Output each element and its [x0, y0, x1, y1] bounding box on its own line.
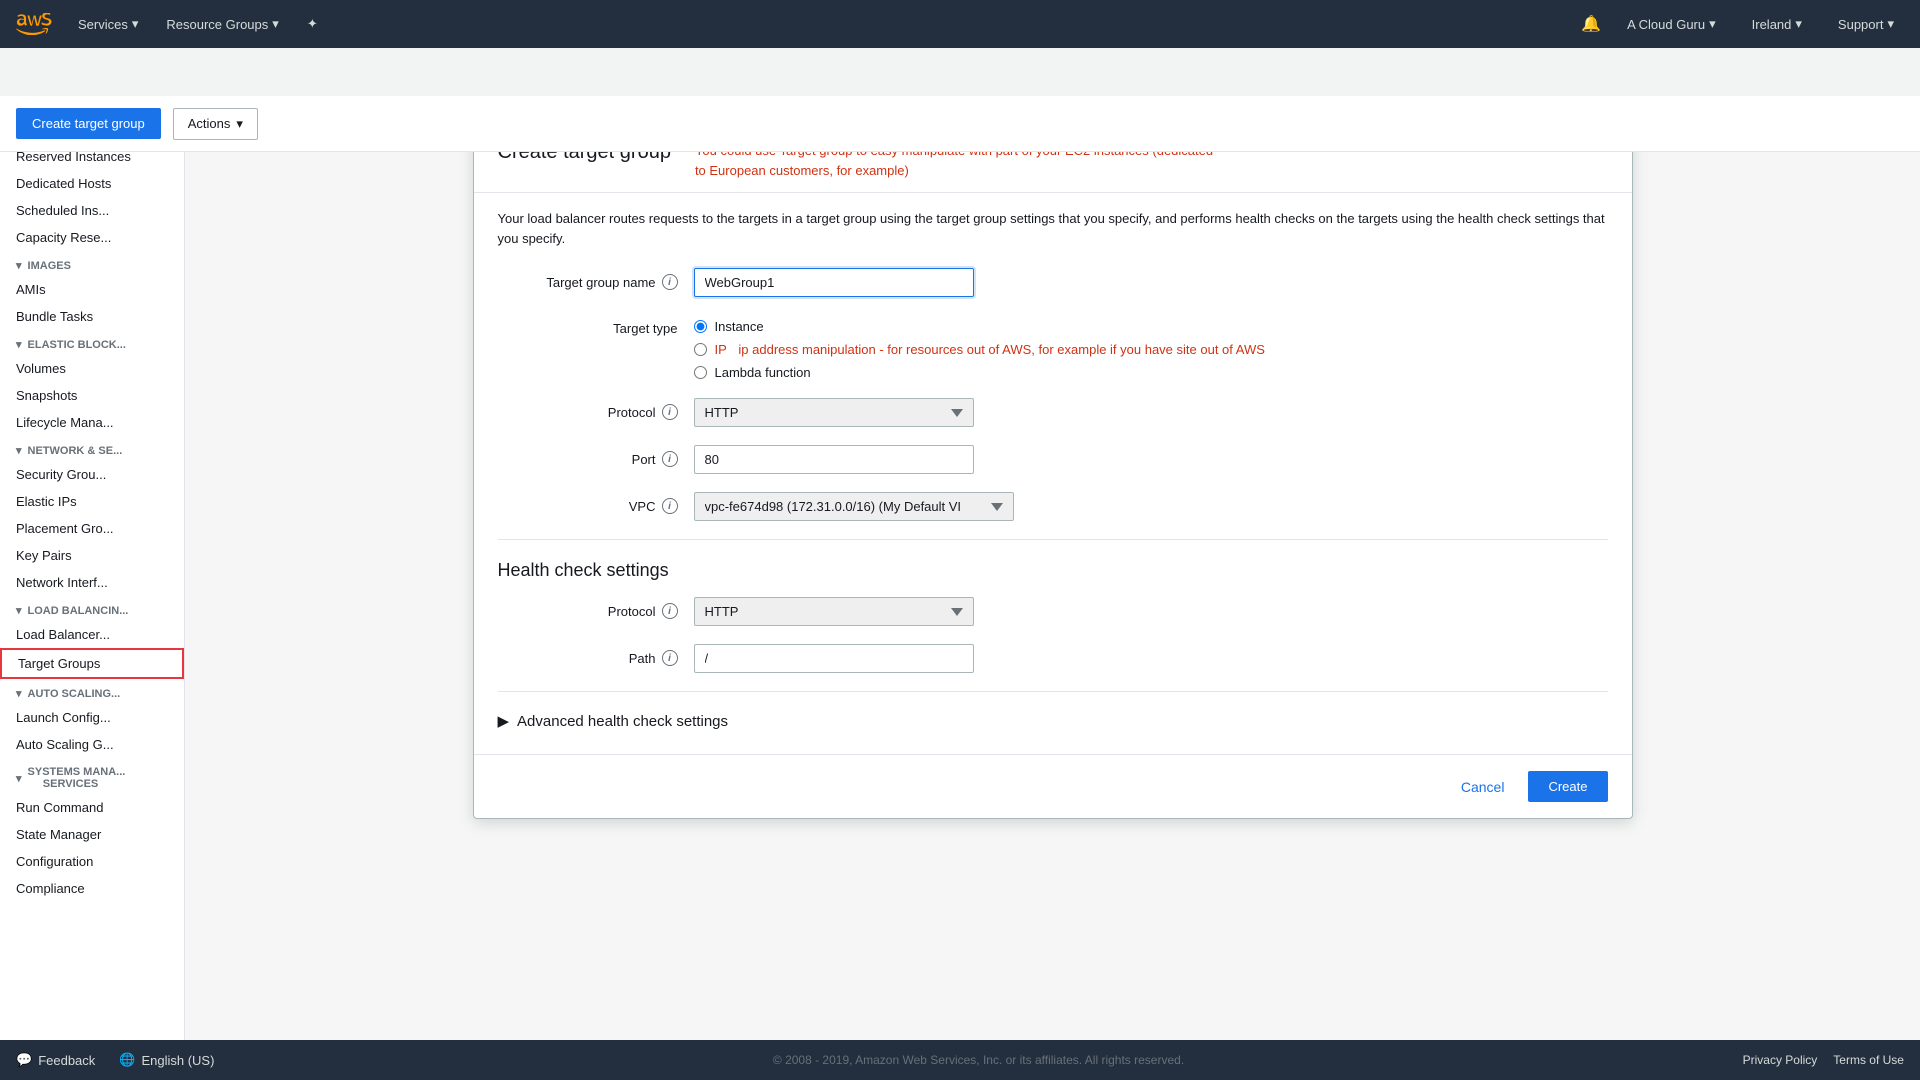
radio-ip[interactable]: IP ip address manipulation - for resourc… — [694, 342, 1265, 357]
sidebar: EC2 Menu Reserved Instances Dedicated Ho… — [0, 104, 185, 1040]
sidebar-item-placement-groups[interactable]: Placement Gro... — [0, 515, 184, 542]
sidebar-item-security-groups[interactable]: Security Grou... — [0, 461, 184, 488]
nav-bookmark[interactable]: ✦ — [297, 10, 328, 38]
sidebar-item-network-interfaces[interactable]: Network Interf... — [0, 569, 184, 596]
sidebar-item-bundle-tasks[interactable]: Bundle Tasks — [0, 303, 184, 330]
top-navigation: Services ▾ Resource Groups ▾ ✦ 🔔 A Cloud… — [0, 0, 1920, 48]
sidebar-item-state-manager[interactable]: State Manager — [0, 821, 184, 848]
protocol-select[interactable]: HTTP HTTPS — [694, 398, 974, 427]
sidebar-item-scheduled-instances[interactable]: Scheduled Ins... — [0, 197, 184, 224]
sidebar-item-key-pairs[interactable]: Key Pairs — [0, 542, 184, 569]
language-selector[interactable]: 🌐 English (US) — [119, 1052, 214, 1068]
terms-link[interactable]: Terms of Use — [1833, 1053, 1904, 1067]
aws-logo[interactable] — [16, 13, 52, 35]
protocol-label: Protocol i — [498, 398, 678, 420]
sidebar-item-auto-scaling-groups[interactable]: Auto Scaling G... — [0, 731, 184, 758]
vpc-row: VPC i vpc-fe674d98 (172.31.0.0/16) (My D… — [498, 492, 1608, 521]
privacy-policy-link[interactable]: Privacy Policy — [1743, 1053, 1818, 1067]
target-group-name-row: Target group name i — [498, 268, 1608, 297]
sidebar-item-volumes[interactable]: Volumes — [0, 355, 184, 382]
sidebar-item-dedicated-hosts[interactable]: Dedicated Hosts — [0, 170, 184, 197]
sidebar-item-launch-configs[interactable]: Launch Config... — [0, 704, 184, 731]
sidebar-section-ebs: ▾ ELASTIC BLOCK... — [0, 330, 184, 355]
protocol-info-icon[interactable]: i — [662, 404, 678, 420]
create-target-group-button[interactable]: Create target group — [16, 108, 161, 139]
hc-protocol-info-icon[interactable]: i — [662, 603, 678, 619]
port-row: Port i — [498, 445, 1608, 474]
target-group-name-input[interactable] — [694, 268, 974, 297]
bottom-bar-right: Privacy Policy Terms of Use — [1743, 1053, 1904, 1067]
radio-instance[interactable]: Instance — [694, 319, 1265, 334]
modal-description: Your load balancer routes requests to th… — [498, 209, 1608, 248]
nav-support[interactable]: Support ▾ — [1828, 10, 1904, 38]
vpc-select[interactable]: vpc-fe674d98 (172.31.0.0/16) (My Default… — [694, 492, 1014, 521]
sidebar-item-compliance[interactable]: Compliance — [0, 875, 184, 902]
sidebar-item-amis[interactable]: AMIs — [0, 276, 184, 303]
port-info-icon[interactable]: i — [662, 451, 678, 467]
hc-protocol-select[interactable]: HTTP HTTPS — [694, 597, 974, 626]
radio-lambda[interactable]: Lambda function — [694, 365, 1265, 380]
sidebar-item-target-groups[interactable]: Target Groups — [0, 648, 184, 679]
actions-button[interactable]: Actions ▾ — [173, 108, 258, 140]
bell-icon[interactable]: 🔔 — [1581, 14, 1601, 34]
sidebar-section-auto-scaling: ▾ AUTO SCALING... — [0, 679, 184, 704]
radio-instance-input[interactable] — [694, 320, 707, 333]
create-target-group-modal: Create target group You could use Target… — [473, 120, 1633, 819]
ip-annotation-text: ip address manipulation - for resources … — [738, 342, 1265, 357]
modal-overlay: Create target group You could use Target… — [185, 104, 1920, 1040]
nav-user[interactable]: A Cloud Guru ▾ — [1617, 10, 1726, 38]
cancel-button[interactable]: Cancel — [1449, 773, 1517, 801]
action-bar: Create target group Actions ▾ — [0, 96, 1920, 152]
sidebar-item-run-command[interactable]: Run Command — [0, 794, 184, 821]
sidebar-item-capacity-reservations[interactable]: Capacity Rese... — [0, 224, 184, 251]
target-type-label: Target type — [498, 315, 678, 336]
radio-lambda-input[interactable] — [694, 366, 707, 379]
create-button[interactable]: Create — [1528, 771, 1607, 802]
protocol-row: Protocol i HTTP HTTPS — [498, 398, 1608, 427]
target-type-radio-group: Instance IP ip address manipulation - fo… — [694, 315, 1265, 380]
hc-protocol-label: Protocol i — [498, 597, 678, 619]
sidebar-item-snapshots[interactable]: Snapshots — [0, 382, 184, 409]
target-type-row: Target type Instance IP ip address manip… — [498, 315, 1608, 380]
modal-body: Your load balancer routes requests to th… — [474, 193, 1632, 754]
sidebar-item-configuration-compliance[interactable]: Configuration — [0, 848, 184, 875]
advanced-divider — [498, 691, 1608, 692]
target-group-name-label: Target group name i — [498, 268, 678, 290]
sidebar-section-systems-manager: ▾ SYSTEMS MANA... SERVICES — [0, 758, 184, 794]
sidebar-item-lifecycle[interactable]: Lifecycle Mana... — [0, 409, 184, 436]
feedback-button[interactable]: 💬 Feedback — [16, 1052, 95, 1068]
port-input[interactable] — [694, 445, 974, 474]
health-check-section-title: Health check settings — [498, 560, 1608, 581]
health-check-divider — [498, 539, 1608, 540]
sidebar-section-images: ▾ IMAGES — [0, 251, 184, 276]
hc-path-label: Path i — [498, 644, 678, 666]
radio-ip-input[interactable] — [694, 343, 707, 356]
nav-services[interactable]: Services ▾ — [68, 10, 148, 38]
sidebar-item-load-balancers[interactable]: Load Balancer... — [0, 621, 184, 648]
port-label: Port i — [498, 445, 678, 467]
target-group-name-info-icon[interactable]: i — [662, 274, 678, 290]
hc-protocol-row: Protocol i HTTP HTTPS — [498, 597, 1608, 626]
sidebar-section-load-balancing: ▾ LOAD BALANCIN... — [0, 596, 184, 621]
bottom-bar-left: 💬 Feedback 🌐 English (US) — [16, 1052, 214, 1068]
vpc-info-icon[interactable]: i — [662, 498, 678, 514]
bottom-bar: 💬 Feedback 🌐 English (US) © 2008 - 2019,… — [0, 1040, 1920, 1080]
nav-region[interactable]: Ireland ▾ — [1742, 10, 1812, 38]
modal-footer: Cancel Create — [474, 754, 1632, 818]
sidebar-section-network: ▾ NETWORK & SE... — [0, 436, 184, 461]
copyright-text: © 2008 - 2019, Amazon Web Services, Inc.… — [773, 1053, 1184, 1067]
advanced-health-check-toggle[interactable]: ▶ Advanced health check settings — [498, 712, 1608, 730]
vpc-label: VPC i — [498, 492, 678, 514]
hc-path-input[interactable] — [694, 644, 974, 673]
hc-path-row: Path i — [498, 644, 1608, 673]
sidebar-item-elastic-ips[interactable]: Elastic IPs — [0, 488, 184, 515]
hc-path-info-icon[interactable]: i — [662, 650, 678, 666]
nav-resource-groups[interactable]: Resource Groups ▾ — [156, 10, 288, 38]
